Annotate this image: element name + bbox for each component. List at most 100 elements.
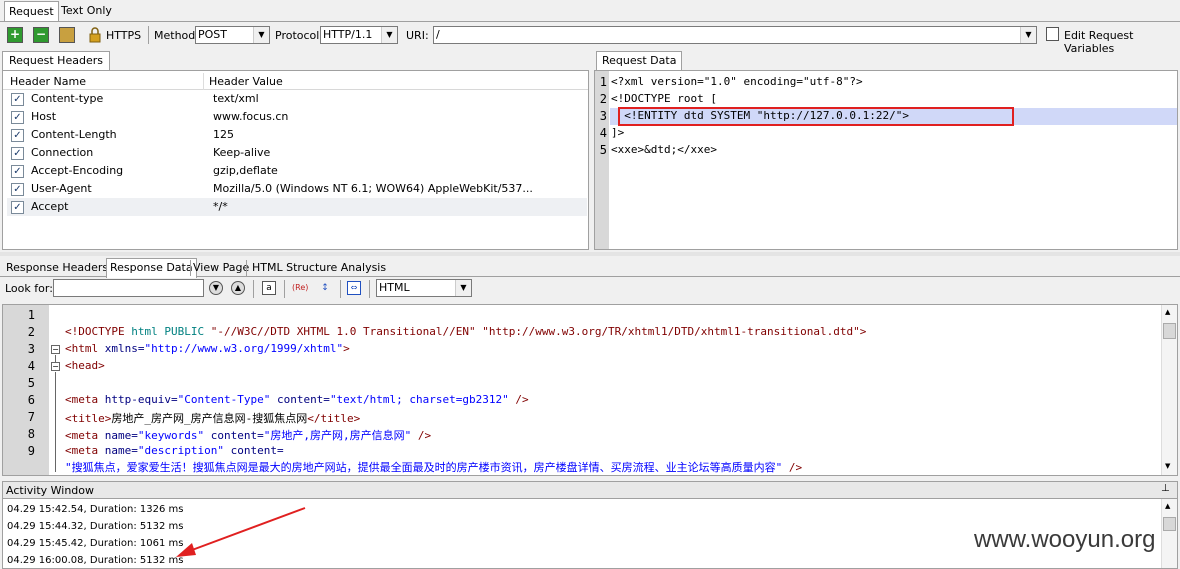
code-token: name= (98, 444, 138, 457)
table-row[interactable]: ✓ Connection Keep-alive (7, 144, 587, 162)
find-next-icon[interactable]: ▼ (209, 281, 223, 295)
tab-response-headers[interactable]: Response Headers (6, 260, 108, 276)
code-line: <!DOCTYPE html PUBLIC "-//W3C//DTD XHTML… (65, 325, 866, 338)
table-row[interactable]: ✓ Content-type text/xml (7, 90, 587, 108)
table-row[interactable]: ✓ Accept */* (7, 198, 587, 216)
format-value: HTML (379, 281, 410, 294)
code-line: "搜狐焦点，爱家爱生活！搜狐焦点网是最大的房地产网站，提供最全面最及时的房产楼市… (65, 459, 1155, 475)
col-header-name[interactable]: Header Name (10, 75, 86, 88)
line-number: 7 (27, 410, 35, 424)
protocol-select[interactable]: HTTP/1.1 ▼ (320, 26, 398, 44)
line-number: 5 (599, 143, 607, 157)
tab-response-data[interactable]: Response Data (106, 258, 197, 278)
scrollbar-thumb[interactable] (1163, 517, 1176, 531)
tab-text-only[interactable]: Text Only (57, 1, 116, 21)
match-case-icon[interactable]: a (262, 281, 276, 295)
checkbox[interactable]: ✓ (11, 201, 24, 214)
line-number: 2 (599, 92, 607, 106)
find-prev-icon[interactable]: ▲ (231, 281, 245, 295)
uri-label: URI: (406, 29, 429, 42)
line-number: 3 (599, 109, 607, 123)
code-token: "http://www.w3.org/1999/xhtml" (144, 342, 344, 355)
activity-entry: 04.29 15:45.42, Duration: 1061 ms (7, 538, 184, 549)
code-token: "-//W3C//DTD XHTML 1.0 Transitional//EN" (210, 325, 476, 338)
lock-icon[interactable] (88, 27, 102, 43)
scroll-down-icon[interactable]: ▼ (1165, 462, 1170, 470)
regex-icon[interactable]: (Re) (292, 281, 308, 295)
tab-html-structure[interactable]: HTML Structure Analysis (252, 260, 386, 276)
checkbox[interactable]: ✓ (11, 111, 24, 124)
chevron-down-icon: ▼ (455, 280, 471, 296)
checkbox[interactable]: ✓ (11, 165, 24, 178)
line-number: 4 (599, 126, 607, 140)
chevron-down-icon: ▼ (381, 27, 397, 43)
line-number: 1 (599, 75, 607, 89)
code-token: <meta (65, 393, 99, 406)
header-value: */* (213, 200, 228, 213)
code-token: content= (223, 444, 284, 457)
line-number: 2 (27, 325, 35, 339)
method-label: Method: (154, 29, 199, 42)
line-number: 4 (27, 359, 35, 373)
top-tab-bar (0, 0, 1180, 22)
code-token: "text/html; charset=gb2312" (329, 393, 509, 406)
table-row[interactable]: ✓ Host www.focus.cn (7, 108, 587, 126)
add-header-icon[interactable]: + (7, 27, 23, 43)
wrap-icon[interactable]: ⇔ (347, 281, 361, 295)
toolbar: + − HTTPS Method: POST ▼ Protocol: HTTP/… (0, 23, 1180, 55)
method-select[interactable]: POST ▼ (195, 26, 270, 44)
code-token: </title> (307, 412, 361, 425)
code-token: /> (782, 461, 803, 474)
response-data-editor[interactable]: 1 2 3 4 5 6 7 8 9 − − <!DOCTYPE html PUB… (2, 304, 1178, 476)
variables-icon[interactable] (1046, 27, 1059, 41)
scroll-up-icon[interactable]: ▲ (1165, 502, 1170, 510)
checkbox[interactable]: ✓ (11, 129, 24, 142)
activity-window-header: Activity Window ⊥ (2, 481, 1178, 499)
scroll-up-icon[interactable]: ▲ (1165, 308, 1170, 316)
table-row[interactable]: ✓ Content-Length 125 (7, 126, 587, 144)
table-row[interactable]: ✓ Accept-Encoding gzip,deflate (7, 162, 587, 180)
fold-toggle-icon[interactable]: − (51, 345, 60, 354)
checkbox[interactable]: ✓ (11, 147, 24, 160)
format-select[interactable]: HTML ▼ (376, 279, 472, 297)
splitter[interactable] (0, 252, 1180, 256)
code-token: /> (411, 429, 432, 442)
grid-header: Header Name Header Value (3, 73, 588, 90)
remove-header-icon[interactable]: − (33, 27, 49, 43)
checkbox[interactable]: ✓ (11, 93, 24, 106)
header-value: Keep-alive (213, 146, 271, 159)
line-number: 1 (27, 308, 35, 322)
fold-line (55, 372, 56, 472)
fold-toggle-icon[interactable]: − (51, 362, 60, 371)
request-headers-grid: Header Name Header Value ✓ Content-type te… (2, 70, 589, 250)
table-row[interactable]: ✓ User-Agent Mozilla/5.0 (Windows NT 6.1; … (7, 180, 587, 198)
uri-input[interactable]: / ▼ (433, 26, 1037, 44)
header-name: User-Agent (31, 182, 92, 195)
code-token: html PUBLIC (124, 325, 211, 338)
https-label[interactable]: HTTPS (106, 29, 141, 42)
code-token: "keywords" (137, 429, 205, 442)
checkbox[interactable]: ✓ (11, 183, 24, 196)
header-name: Host (31, 110, 57, 123)
code-line: <meta name="description" content= (65, 444, 284, 457)
request-data-editor[interactable]: 1 2 3 4 5 <?xml version="1.0" encoding="… (594, 70, 1178, 250)
scrollbar-thumb[interactable] (1163, 323, 1176, 339)
vertical-scrollbar[interactable]: ▲ ▼ (1161, 305, 1177, 475)
protocol-label: Protocol: (275, 29, 324, 42)
tab-view-page[interactable]: View Page (193, 260, 249, 276)
annotation-arrow (176, 507, 306, 557)
activity-scrollbar[interactable]: ▲ (1161, 499, 1177, 568)
tab-request[interactable]: Request (4, 1, 59, 21)
sort-icon[interactable]: ↕ (317, 281, 333, 295)
code-token: > (859, 325, 867, 338)
code-token: http-equiv= (98, 393, 178, 406)
look-for-input[interactable] (53, 279, 204, 297)
edit-header-icon[interactable] (59, 27, 75, 43)
code-token: <html (65, 342, 99, 355)
pin-icon[interactable]: ⊥ (1161, 483, 1170, 494)
code-token: content= (270, 393, 330, 406)
edit-request-variables-button[interactable]: Edit Request Variables (1064, 29, 1180, 55)
tab-request-headers[interactable]: Request Headers (2, 51, 110, 70)
tab-request-data[interactable]: Request Data (596, 51, 683, 70)
col-header-value[interactable]: Header Value (209, 75, 283, 88)
